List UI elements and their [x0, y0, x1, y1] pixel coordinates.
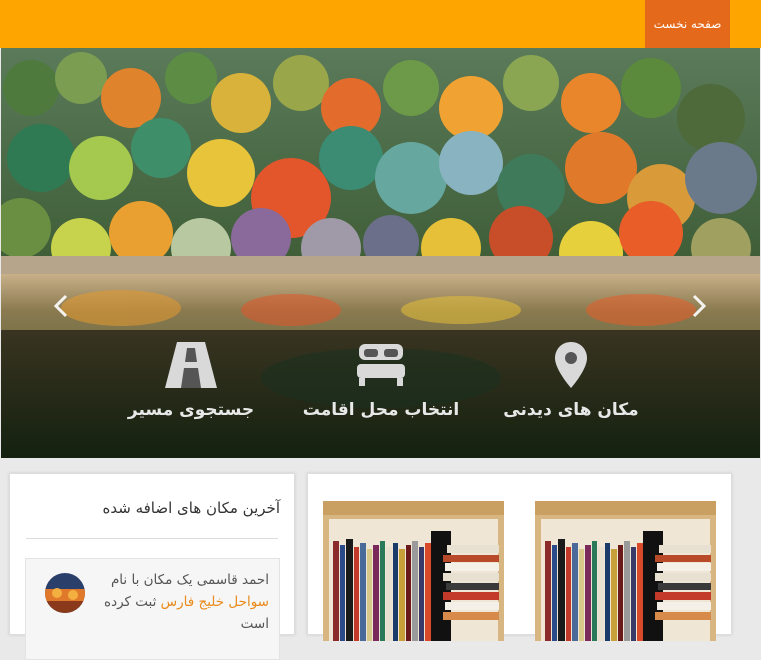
chevron-right-icon [692, 294, 706, 318]
feature-lodging-label: انتخاب محل اقامت [302, 400, 460, 420]
map-pin-icon [555, 342, 587, 388]
activity-prefix: احمد قاسمی یک مکان با نام [110, 572, 269, 588]
latest-places-panel: آخرین مکان های اضافه شده احمد قاسمی یک م… [9, 473, 295, 660]
divider [26, 538, 278, 539]
books-image [535, 501, 716, 641]
feature-lodging[interactable]: انتخاب محل اقامت [291, 330, 471, 458]
activity-place-link[interactable]: سواحل خلیج فارس [161, 594, 269, 610]
chevron-left-icon [54, 294, 68, 318]
feature-sights[interactable]: مکان های دیدنی [481, 330, 661, 458]
activity-text: احمد قاسمی یک مکان با نام سواحل خلیج فار… [104, 569, 269, 635]
top-navbar: صفحه نخست [0, 0, 761, 48]
avatar[interactable] [45, 573, 85, 613]
feature-route[interactable]: جستجوی مسیر [101, 330, 281, 458]
activity-item: احمد قاسمی یک مکان با نام سواحل خلیج فار… [25, 558, 280, 660]
feature-sights-label: مکان های دیدنی [503, 400, 639, 420]
avatar-image [45, 573, 85, 613]
road-icon [165, 342, 217, 388]
bed-icon [357, 344, 405, 386]
nav-home-link[interactable]: صفحه نخست [645, 0, 730, 48]
place-card-image[interactable] [323, 501, 504, 641]
latest-places-title: آخرین مکان های اضافه شده [102, 499, 281, 517]
place-card-image[interactable] [535, 501, 716, 641]
feature-bar: مکان های دیدنی انتخاب محل اقامت جستجوی م… [1, 330, 760, 458]
feature-route-label: جستجوی مسیر [127, 400, 255, 420]
carousel-prev-button[interactable] [49, 294, 73, 318]
books-image [323, 501, 504, 641]
carousel-next-button[interactable] [687, 294, 711, 318]
places-grid-panel [307, 473, 732, 641]
